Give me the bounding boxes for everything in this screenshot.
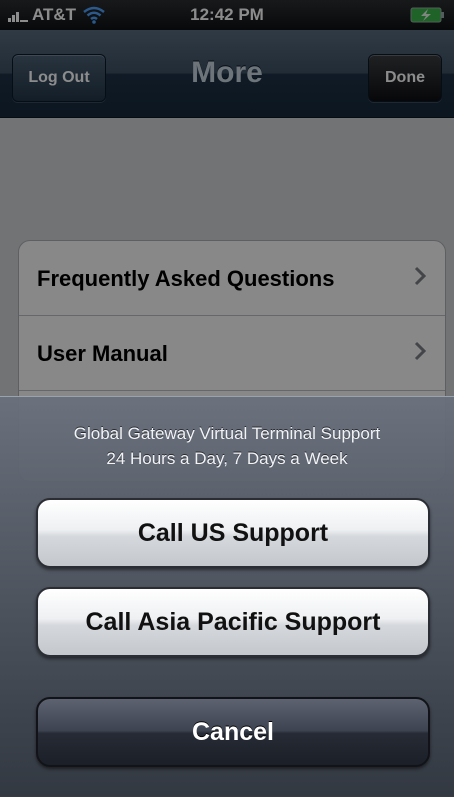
- action-sheet-title: Global Gateway Virtual Terminal Support …: [0, 421, 454, 471]
- call-us-support-button[interactable]: Call US Support: [36, 498, 430, 568]
- cancel-button[interactable]: Cancel: [36, 697, 430, 767]
- action-sheet-title-line1: Global Gateway Virtual Terminal Support: [73, 424, 381, 443]
- action-sheet: Global Gateway Virtual Terminal Support …: [0, 396, 454, 797]
- call-asia-pacific-support-button[interactable]: Call Asia Pacific Support: [36, 587, 430, 657]
- action-sheet-title-line2: 24 Hours a Day, 7 Days a Week: [106, 449, 348, 468]
